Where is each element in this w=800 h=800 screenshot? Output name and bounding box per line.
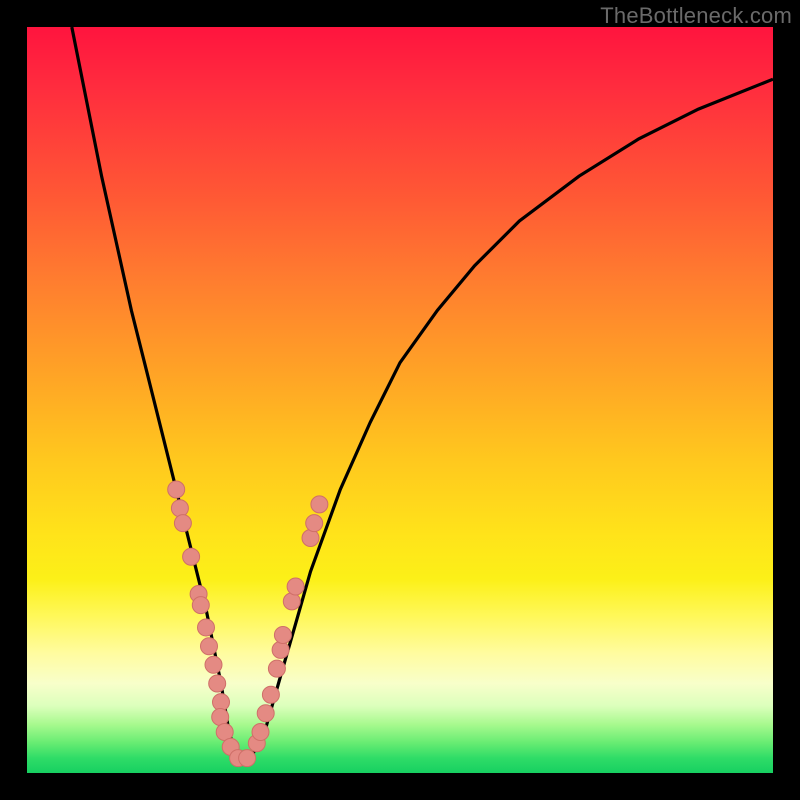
bottleneck-curve — [72, 27, 773, 758]
data-marker — [272, 641, 289, 658]
data-marker — [201, 638, 218, 655]
data-marker — [287, 578, 304, 595]
data-marker — [252, 724, 269, 741]
data-markers — [168, 481, 328, 767]
data-marker — [192, 597, 209, 614]
data-marker — [268, 660, 285, 677]
data-marker — [183, 548, 200, 565]
chart-svg — [27, 27, 773, 773]
data-marker — [239, 750, 256, 767]
data-marker — [174, 515, 191, 532]
chart-frame: TheBottleneck.com — [0, 0, 800, 800]
data-marker — [212, 709, 229, 726]
plot-area — [27, 27, 773, 773]
data-marker — [171, 500, 188, 517]
data-marker — [168, 481, 185, 498]
watermark-text: TheBottleneck.com — [600, 3, 792, 29]
data-marker — [302, 530, 319, 547]
data-marker — [257, 705, 274, 722]
data-marker — [283, 593, 300, 610]
data-marker — [205, 656, 222, 673]
data-marker — [311, 496, 328, 513]
data-marker — [274, 627, 291, 644]
data-marker — [262, 686, 279, 703]
data-marker — [306, 515, 323, 532]
data-marker — [209, 675, 226, 692]
data-marker — [198, 619, 215, 636]
